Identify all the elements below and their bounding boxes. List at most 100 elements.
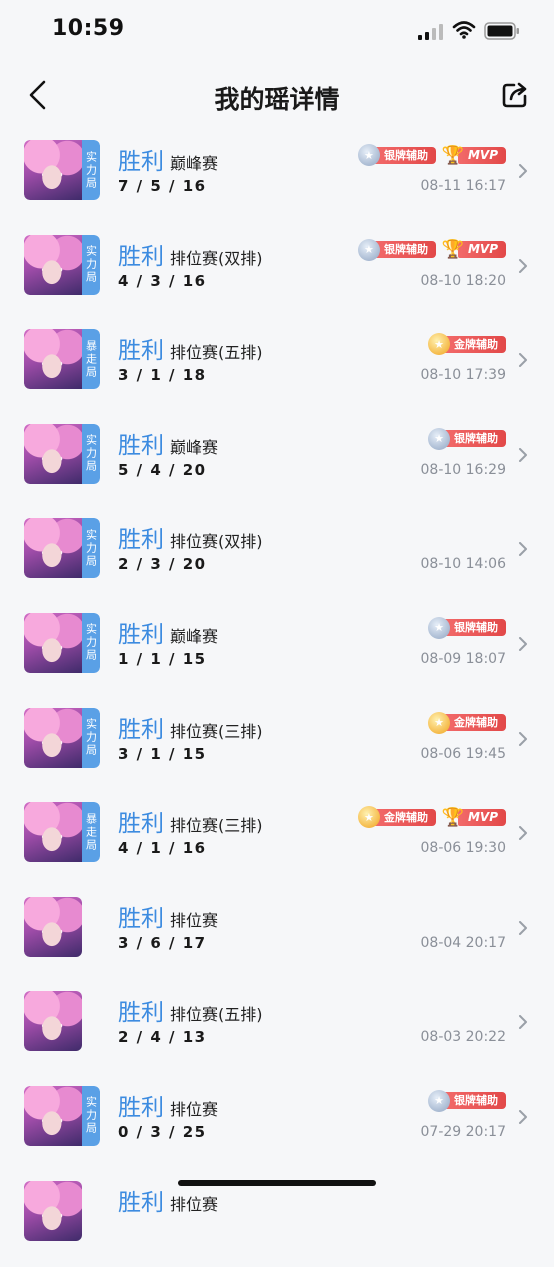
badge-group: ★ 金牌辅助 🏆 MVP [357,806,506,829]
kda-score: 2 / 3 / 20 [118,555,207,574]
match-row[interactable]: 胜利 排位赛 [0,1173,554,1267]
badge-group: ★ 金牌辅助 [428,711,506,734]
match-row[interactable]: 实力局 胜利 巅峰赛 1 / 1 / 15 ★ 银牌辅助 08-09 18:07 [0,605,554,700]
cellular-signal-icon [418,24,443,40]
battery-icon [484,22,519,40]
match-row[interactable]: 胜利 排位赛 3 / 6 / 17 08-04 20:17 [0,889,554,984]
chevron-right-icon[interactable] [518,920,528,935]
share-icon[interactable] [500,80,530,110]
kda-score: 0 / 3 / 25 [118,1122,207,1141]
hero-avatar: 实力局 [24,234,100,295]
silver-support-badge: ★ 银牌辅助 [357,144,436,166]
kda-score: 4 / 1 / 16 [118,839,207,858]
hero-avatar: 实力局 [24,518,100,579]
badge-group: ★ 金牌辅助 [428,333,506,356]
match-time: 08-10 16:29 [420,461,506,478]
match-row[interactable]: 暴走局 胜利 排位赛(五排) 3 / 1 / 18 ★ 金牌辅助 08-10 17:39 [0,321,554,416]
status-time: 10:59 [52,16,125,41]
hero-avatar [24,896,100,957]
chevron-right-icon[interactable] [518,731,528,746]
match-mode: 巅峰赛 [170,154,219,173]
match-time: 07-29 20:17 [420,1123,506,1140]
match-time: 08-11 16:17 [420,178,506,194]
chevron-right-icon[interactable] [518,542,528,557]
chevron-right-icon[interactable] [518,826,528,841]
badge-group: ★ 银牌辅助 🏆 MVP [357,238,506,261]
hero-portrait [24,423,82,484]
medal-star-icon: ★ [357,144,380,166]
match-row[interactable]: 实力局 胜利 排位赛(双排) 4 / 3 / 16 ★ 银牌辅助 🏆 MVP 08-10 18:… [0,227,554,322]
badge-label: 银牌辅助 [444,430,506,448]
chevron-right-icon[interactable] [518,258,528,273]
badge-group: ★ 银牌辅助 [428,1089,506,1112]
match-row[interactable]: 实力局 胜利 排位赛 0 / 3 / 25 ★ 银牌辅助 07-29 20:17 [0,1078,554,1173]
chevron-right-icon[interactable] [518,1109,528,1124]
hero-portrait [24,612,82,673]
hero-portrait [24,707,82,768]
match-quality-tag: 实力局 [82,234,100,295]
match-row[interactable]: 胜利 排位赛(五排) 2 / 4 / 13 08-03 20:22 [0,983,554,1078]
match-quality-tag: 实力局 [82,140,100,200]
badge-label: MVP [457,146,506,164]
hero-portrait [24,518,82,579]
medal-star-icon: ★ [357,806,380,829]
match-result: 胜利 [118,432,164,459]
match-row[interactable]: 实力局 胜利 巅峰赛 5 / 4 / 20 ★ 银牌辅助 08-10 16:29 [0,416,554,511]
match-quality-tag: 暴走局 [82,329,100,390]
hero-portrait [24,802,82,863]
mvp-badge: 🏆 MVP [442,239,506,261]
match-mode: 排位赛 [170,1099,219,1119]
match-mode: 排位赛 [170,1194,219,1214]
hero-avatar: 实力局 [24,612,100,673]
hero-portrait [24,1085,82,1146]
match-time: 08-06 19:30 [420,840,506,857]
match-mode: 排位赛(三排) [170,816,263,836]
match-mode: 排位赛(双排) [170,532,263,552]
match-result: 胜利 [118,621,164,648]
match-mode: 排位赛(五排) [170,343,263,363]
match-mode: 排位赛(五排) [170,1005,263,1025]
hero-avatar: 暴走局 [24,802,100,863]
status-bar: 10:59 [0,0,554,62]
gold-support-badge: ★ 金牌辅助 [428,711,506,734]
medal-star-icon: ★ [428,427,450,450]
match-row[interactable]: 实力局 胜利 巅峰赛 7 / 5 / 16 ★ 银牌辅助 🏆 MVP 08-11 16:17 [0,132,554,227]
kda-score: 2 / 4 / 13 [118,1028,207,1047]
match-mode: 排位赛(三排) [170,721,263,741]
match-row[interactable]: 实力局 胜利 排位赛(三排) 3 / 1 / 15 ★ 金牌辅助 08-06 19:45 [0,700,554,795]
chevron-right-icon[interactable] [518,1015,528,1030]
match-row[interactable]: 暴走局 胜利 排位赛(三排) 4 / 1 / 16 ★ 金牌辅助 🏆 MVP 08-06 19:… [0,794,554,889]
match-row[interactable]: 实力局 胜利 排位赛(双排) 2 / 3 / 20 08-10 14:06 [0,510,554,605]
silver-support-badge: ★ 银牌辅助 [428,427,506,450]
badge-label: 金牌辅助 [444,335,506,353]
chevron-right-icon[interactable] [518,636,528,651]
hero-portrait [24,991,82,1052]
trophy-icon: 🏆 [441,144,465,166]
match-time: 08-10 17:39 [420,367,506,384]
silver-support-badge: ★ 银牌辅助 [357,238,436,261]
chevron-right-icon[interactable] [518,164,528,178]
match-result: 胜利 [118,149,164,175]
hero-portrait [24,234,82,295]
gold-support-badge: ★ 金牌辅助 [357,806,436,829]
badge-label: 金牌辅助 [373,808,436,826]
hero-avatar: 实力局 [24,423,100,484]
match-result: 胜利 [118,811,164,838]
match-quality-tag: 暴走局 [82,802,100,863]
home-indicator[interactable] [178,1180,376,1186]
chevron-right-icon[interactable] [518,353,528,368]
page-title: 我的瑶详情 [214,85,340,114]
hero-avatar: 实力局 [24,140,100,200]
badge-group: ★ 银牌辅助 [428,427,506,450]
match-result: 胜利 [118,905,164,932]
medal-star-icon: ★ [428,616,450,639]
hero-portrait [24,140,82,200]
match-mode: 排位赛(双排) [170,248,263,268]
badge-label: 金牌辅助 [444,714,506,732]
medal-star-icon: ★ [428,711,450,734]
chevron-right-icon[interactable] [518,447,528,462]
kda-score: 4 / 3 / 16 [118,271,207,290]
match-mode: 巅峰赛 [170,626,219,646]
hero-portrait [24,329,82,390]
match-list: 实力局 胜利 巅峰赛 7 / 5 / 16 ★ 银牌辅助 🏆 MVP 08-11 16:17 实力… [0,132,554,1267]
